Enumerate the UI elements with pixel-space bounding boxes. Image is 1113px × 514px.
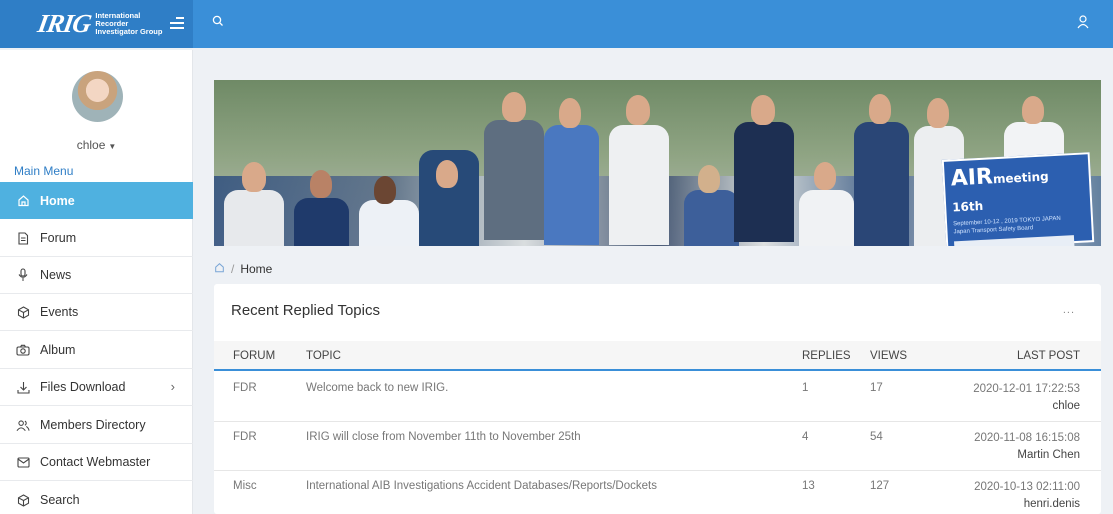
members-icon	[16, 418, 30, 432]
menu-toggle-icon[interactable]	[170, 17, 184, 30]
table-header: FORUM TOPIC REPLIES VIEWS LAST POST	[214, 341, 1101, 371]
photo-person	[484, 120, 544, 240]
photo-person	[359, 200, 419, 246]
chevron-right-icon: ›	[170, 379, 175, 394]
last-post-user[interactable]: henri.denis	[974, 496, 1080, 513]
views-cell: 17	[870, 382, 883, 394]
sidebar-item-search[interactable]: Search	[0, 482, 193, 514]
replies-cell: 13	[802, 480, 815, 492]
table-row[interactable]: Misc International AIB Investigations Ac…	[214, 471, 1101, 514]
table-row[interactable]: FDR Welcome back to new IRIG. 1 17 2020-…	[214, 373, 1101, 422]
photo-person	[927, 98, 949, 128]
meeting-poster: AIRmeeting 16th September 10-12 , 2019 T…	[941, 152, 1095, 246]
photo-person	[684, 190, 739, 246]
sidebar-item-files-download[interactable]: Files Download ›	[0, 369, 193, 406]
breadcrumb: / Home	[214, 262, 272, 276]
photo-person	[609, 125, 669, 245]
card-title: Recent Replied Topics	[231, 302, 380, 319]
photo-person	[294, 198, 349, 246]
photo-person	[751, 95, 775, 125]
topic-link[interactable]: Welcome back to new IRIG.	[306, 382, 448, 394]
user-menu[interactable]: chloe ▼	[0, 138, 193, 152]
photo-person	[224, 190, 284, 246]
search-icon[interactable]	[212, 14, 224, 32]
microphone-icon	[16, 268, 30, 282]
sidebar-item-news[interactable]: News	[0, 257, 193, 294]
mail-icon	[16, 455, 30, 469]
photo-person	[626, 95, 650, 125]
forum-cell[interactable]: FDR	[233, 431, 257, 443]
topic-link[interactable]: International AIB Investigations Acciden…	[306, 480, 657, 492]
sidebar-item-members-directory[interactable]: Members Directory	[0, 407, 193, 444]
last-post-cell: 2020-11-08 16:15:08 Martin Chen	[974, 430, 1080, 464]
photo-person	[814, 162, 836, 190]
photo-person	[854, 122, 909, 246]
cube-icon	[16, 305, 30, 319]
topic-link[interactable]: IRIG will close from November 11th to No…	[306, 431, 581, 443]
photo-person	[544, 125, 599, 245]
breadcrumb-separator: /	[231, 262, 235, 276]
photo-person	[698, 165, 720, 193]
sidebar: chloe ▼ Main Menu Home Forum News Events …	[0, 50, 193, 514]
breadcrumb-current: Home	[240, 262, 273, 276]
cube-icon	[16, 493, 30, 507]
last-post-user[interactable]: chloe	[973, 398, 1081, 415]
views-cell: 127	[870, 480, 890, 492]
avatar[interactable]	[72, 71, 123, 122]
photo-person	[1022, 96, 1044, 124]
photo-person	[559, 98, 581, 128]
last-post-cell: 2020-10-13 02:11:00 henri.denis	[974, 479, 1080, 513]
photo-person	[799, 190, 854, 246]
column-header-last-post: LAST POST	[1016, 350, 1080, 362]
last-post-user[interactable]: Martin Chen	[974, 447, 1080, 464]
sidebar-item-album[interactable]: Album	[0, 332, 193, 369]
forum-cell[interactable]: FDR	[233, 382, 257, 394]
main-menu-label: Main Menu	[14, 164, 74, 178]
sidebar-item-home[interactable]: Home	[0, 182, 193, 219]
camera-icon	[16, 343, 30, 357]
column-header-views: VIEWS	[870, 350, 908, 362]
views-cell: 54	[870, 431, 883, 443]
replies-cell: 1	[802, 382, 809, 394]
brand-logo[interactable]: IRIG International Recorder Investigator…	[0, 0, 193, 48]
photo-person	[436, 160, 458, 188]
column-header-replies: REPLIES	[802, 350, 851, 362]
forum-cell[interactable]: Misc	[233, 480, 257, 492]
table-row[interactable]: FDR IRIG will close from November 11th t…	[214, 422, 1101, 471]
photo-person	[374, 176, 396, 204]
poster-board	[954, 235, 1076, 246]
home-icon[interactable]	[214, 262, 225, 276]
last-post-cell: 2020-12-01 17:22:53 chloe	[973, 381, 1080, 415]
sidebar-item-events[interactable]: Events	[0, 294, 193, 331]
recent-topics-card: Recent Replied Topics ... FORUM TOPIC RE…	[214, 284, 1101, 514]
column-header-forum: FORUM	[233, 350, 276, 362]
top-bar: IRIG International Recorder Investigator…	[0, 0, 1113, 48]
photo-person	[869, 94, 891, 124]
sidebar-item-forum[interactable]: Forum	[0, 220, 193, 257]
logo-text: International Recorder Investigator Grou…	[95, 11, 163, 36]
document-icon	[16, 231, 30, 245]
user-icon[interactable]	[1077, 15, 1089, 34]
download-icon	[16, 380, 30, 394]
replies-cell: 4	[802, 431, 809, 443]
home-icon	[16, 194, 30, 208]
more-options-icon[interactable]: ...	[1063, 304, 1075, 316]
logo-mark: IRIG	[35, 9, 94, 38]
column-header-topic: TOPIC	[306, 350, 341, 362]
sidebar-item-contact-webmaster[interactable]: Contact Webmaster	[0, 444, 193, 481]
caret-down-icon: ▼	[108, 142, 117, 151]
group-photo-banner: AIRmeeting 16th September 10-12 , 2019 T…	[214, 80, 1101, 246]
photo-person	[310, 170, 332, 198]
photo-person	[734, 122, 794, 242]
photo-person	[502, 92, 526, 122]
photo-person	[242, 162, 266, 192]
